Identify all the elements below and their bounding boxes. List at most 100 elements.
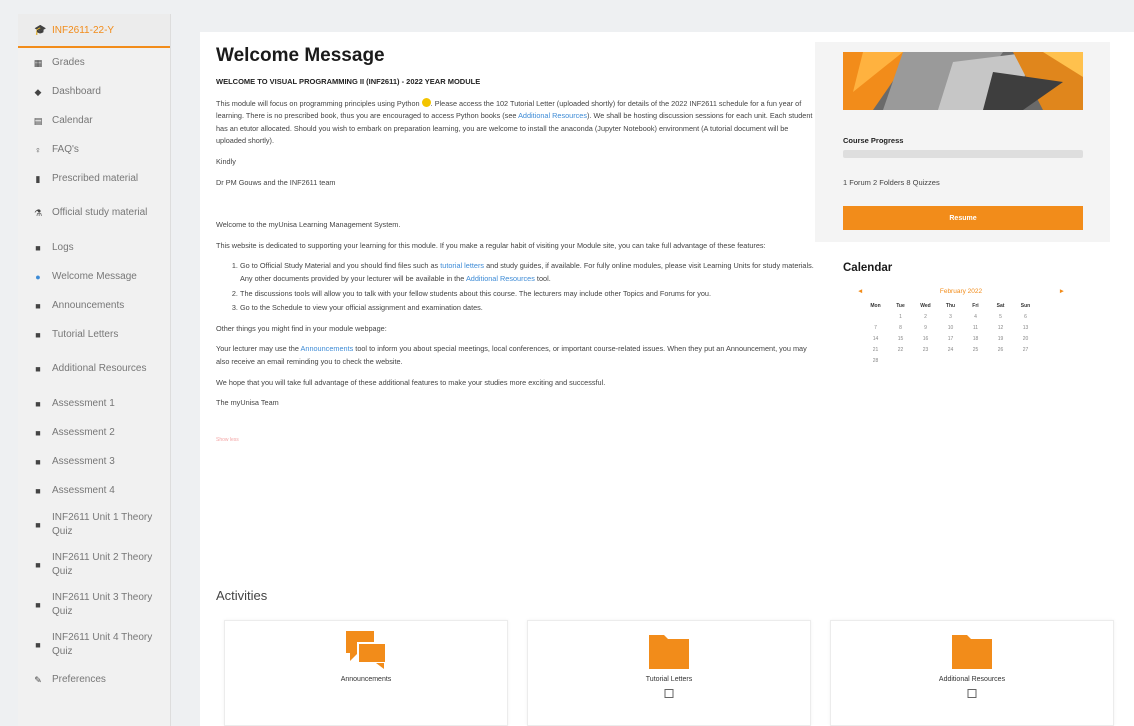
calendar-day[interactable]: 12 — [988, 325, 1013, 332]
activity-card[interactable]: Additional Resources — [830, 620, 1114, 726]
sidebar-item[interactable]: ■ Assessment 1 — [18, 389, 170, 418]
sidebar-course-title[interactable]: 🎓 INF2611-22-Y — [18, 14, 170, 48]
sidebar-item-label: Assessment 3 — [52, 455, 115, 467]
folder-icon: ■ — [35, 600, 41, 610]
calendar-day[interactable]: 4 — [963, 314, 988, 321]
next-month-icon[interactable]: ► — [1059, 288, 1065, 295]
previous-month-icon[interactable]: ◄ — [857, 288, 863, 295]
calendar-nav: ◄ February 2022 ► — [843, 288, 1083, 295]
calendar-day[interactable]: 8 — [888, 325, 913, 332]
sidebar-item-label: Dashboard — [52, 85, 101, 97]
folder-icon — [649, 631, 689, 674]
calendar-day[interactable]: 24 — [938, 347, 963, 354]
folder-icon: ■ — [35, 456, 41, 467]
announcements-paragraph: Your lecturer may use the Announcements … — [216, 344, 807, 366]
activity-label[interactable]: Additional Resources — [831, 676, 1113, 683]
sidebar-item[interactable]: ■ Assessment 2 — [18, 418, 170, 447]
folder-icon: ■ — [35, 242, 41, 253]
sidebar-item[interactable]: ✎ Preferences — [18, 665, 170, 694]
sidebar-item[interactable]: ▤ Calendar — [18, 106, 170, 135]
calendar-day[interactable]: 11 — [963, 325, 988, 332]
sidebar-item[interactable]: ■ INF2611 Unit 1 Theory Quiz — [18, 505, 170, 545]
calendar-day[interactable]: 18 — [963, 336, 988, 343]
calendar-day[interactable]: 26 — [988, 347, 1013, 354]
sidebar-item[interactable]: ■ Logs — [18, 233, 170, 262]
smile-emoji-icon — [421, 97, 431, 107]
calendar-day[interactable]: 19 — [988, 336, 1013, 343]
sidebar-item[interactable]: ▦ Grades — [18, 48, 170, 77]
sidebar-item[interactable]: ■ Assessment 3 — [18, 447, 170, 476]
calendar-day[interactable]: 22 — [888, 347, 913, 354]
additional-resources-link-2[interactable]: Additional Resources — [466, 274, 535, 283]
calendar-day[interactable]: 14 — [863, 336, 888, 343]
calendar-month: February 2022 — [939, 288, 983, 295]
team-signature: The myUnisa Team — [216, 398, 279, 408]
sidebar-item[interactable]: ■ Announcements — [18, 291, 170, 320]
sidebar-item[interactable]: ■ Assessment 4 — [18, 476, 170, 505]
calendar-day[interactable]: 27 — [1013, 347, 1038, 354]
calendar-day[interactable]: 25 — [963, 347, 988, 354]
folder-icon: ■ — [35, 300, 41, 311]
sidebar-item[interactable]: ■ INF2611 Unit 3 Theory Quiz — [18, 585, 170, 625]
sidebar-item-label: Assessment 4 — [52, 484, 115, 496]
show-less-link[interactable]: Show less — [216, 434, 816, 447]
sidebar-item[interactable]: ⚗ Official study material — [18, 193, 170, 233]
sidebar-item-label: Assessment 2 — [52, 426, 115, 438]
sidebar-item[interactable]: ■ Additional Resources — [18, 349, 170, 389]
calendar-title: Calendar — [843, 262, 893, 274]
calendar-day[interactable]: 1 — [888, 314, 913, 321]
calendar-day[interactable]: 10 — [938, 325, 963, 332]
calendar-day[interactable]: 7 — [863, 325, 888, 332]
wrench-icon: ✎ — [34, 674, 42, 685]
calendar-day[interactable]: 2 — [913, 314, 938, 321]
list-item: Go to Official Study Material and you sh… — [240, 260, 816, 285]
calendar-day[interactable]: 15 — [888, 336, 913, 343]
calendar-day[interactable]: 20 — [1013, 336, 1038, 343]
flask-icon: ⚗ — [33, 208, 43, 218]
calendar-day-header: Wed — [920, 303, 931, 309]
calendar-day[interactable]: 13 — [1013, 325, 1038, 332]
calendar-day[interactable]: 16 — [913, 336, 938, 343]
calendar-day[interactable]: 28 — [863, 358, 888, 365]
course-banner-image — [843, 52, 1083, 110]
sidebar-item[interactable]: ▮ Prescribed material — [18, 164, 170, 193]
calendar-day[interactable]: 21 — [863, 347, 888, 354]
calendar-day[interactable]: 23 — [913, 347, 938, 354]
calendar-day[interactable]: 6 — [1013, 314, 1038, 321]
page-title: Welcome Message — [216, 45, 385, 66]
sidebar-item-label: Official study material — [52, 207, 148, 218]
folder-icon: ■ — [35, 398, 41, 409]
features-list: Go to Official Study Material and you sh… — [216, 260, 816, 314]
sidebar-item-label: Grades — [52, 56, 85, 68]
sidebar-item-label: INF2611 Unit 2 Theory Quiz — [52, 552, 153, 577]
bookmark-icon: ▮ — [35, 173, 41, 184]
folder-icon — [952, 631, 992, 674]
activity-card[interactable]: Announcements — [224, 620, 508, 726]
other-things-text: Other things you might find in your modu… — [216, 323, 387, 333]
sidebar-item[interactable]: ♀ FAQ's — [18, 135, 170, 164]
sidebar-item[interactable]: ◆ Dashboard — [18, 77, 170, 106]
sidebar-item[interactable]: ● Welcome Message — [18, 262, 170, 291]
tutorial-letters-link[interactable]: tutorial letters — [440, 261, 484, 270]
calendar-day-header: Sun — [1020, 303, 1031, 309]
activity-label[interactable]: Tutorial Letters — [528, 676, 810, 683]
sidebar-item[interactable]: ■ Tutorial Letters — [18, 320, 170, 349]
calendar-day[interactable]: 17 — [938, 336, 963, 343]
calendar-day[interactable]: 5 — [988, 314, 1013, 321]
sidebar-item-label: INF2611 Unit 4 Theory Quiz — [52, 632, 153, 657]
activity-label[interactable]: Announcements — [225, 676, 507, 683]
sidebar-item-label: Announcements — [52, 299, 125, 311]
announcements-link[interactable]: Announcements — [301, 344, 354, 353]
folder-icon: ■ — [35, 560, 41, 570]
completion-checkbox[interactable] — [664, 689, 674, 698]
additional-resources-link[interactable]: Additional Resources — [518, 111, 587, 120]
sidebar-item[interactable]: ■ INF2611 Unit 2 Theory Quiz — [18, 545, 170, 585]
activity-card[interactable]: Tutorial Letters — [527, 620, 811, 726]
calendar-day[interactable]: 3 — [938, 314, 963, 321]
calendar-day[interactable]: 9 — [913, 325, 938, 332]
completion-checkbox[interactable] — [967, 689, 977, 698]
resume-button[interactable]: Resume — [843, 206, 1083, 230]
sidebar-item[interactable]: ■ INF2611 Unit 4 Theory Quiz — [18, 625, 170, 665]
list-item: Go to the Schedule to view your official… — [240, 302, 816, 315]
calendar-day — [863, 314, 888, 321]
